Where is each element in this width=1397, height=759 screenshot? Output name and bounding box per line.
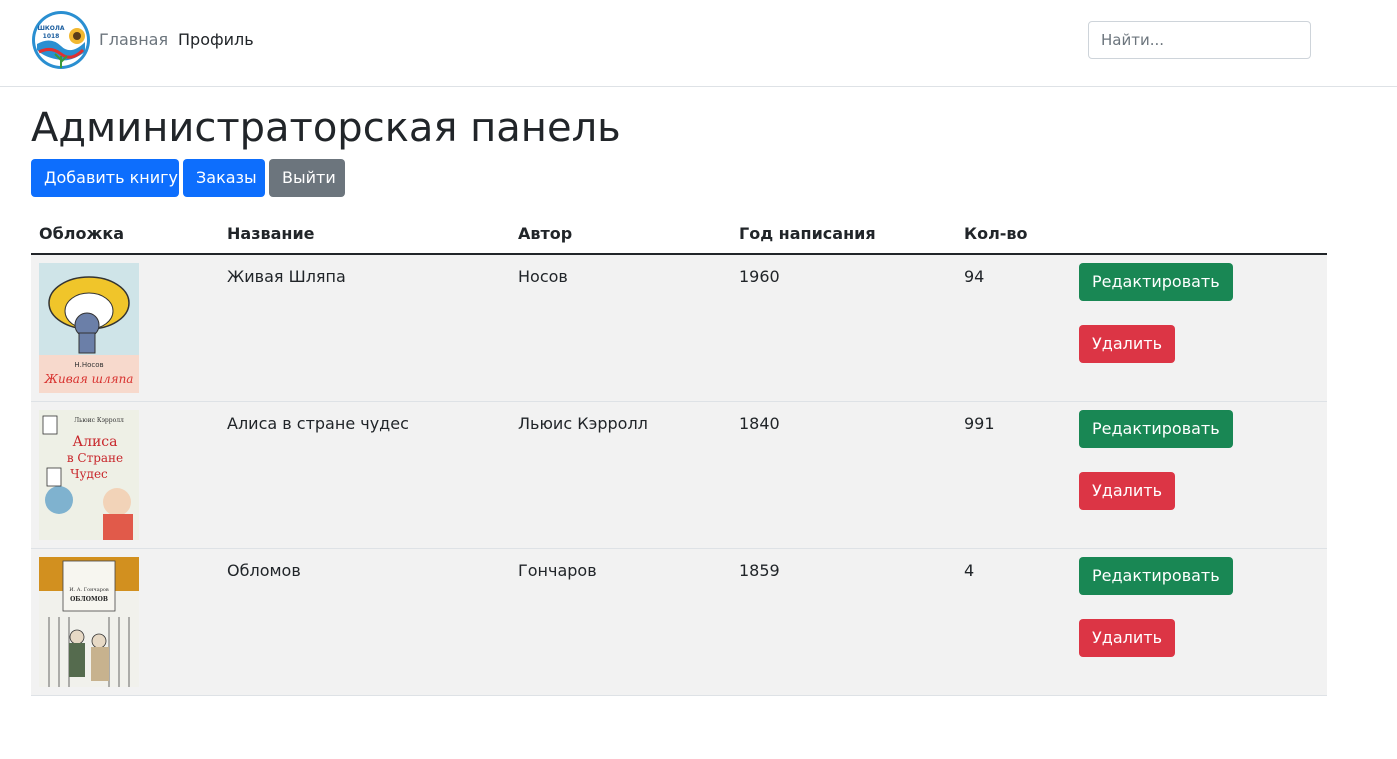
cover-author-text: Н.Носов [74,361,103,369]
books-table: Обложка Название Автор Год написания Кол… [31,212,1327,696]
book-name: Обломов [227,561,301,580]
header-author: Автор [518,224,573,243]
book-qty: 991 [964,414,995,433]
delete-button[interactable]: Удалить [1079,619,1175,657]
logout-button[interactable]: Выйти [269,159,345,197]
table-row: Н.Носов Живая шляпа Живая Шляпа Носов 19… [31,255,1327,402]
nav-profile-link[interactable]: Профиль [178,30,254,50]
edit-button[interactable]: Редактировать [1079,263,1233,301]
header-name: Название [227,224,315,243]
book-author: Гончаров [518,561,597,580]
cover-title-text: ОБЛОМОВ [70,596,108,603]
svg-text:Чудес: Чудес [70,467,108,481]
delete-button[interactable]: Удалить [1079,472,1175,510]
table-row: И. А. Гончаров ОБЛОМОВ Обломов Гончаров … [31,549,1327,696]
book-qty: 94 [964,267,985,286]
table-row: Льюис Кэрролл Алиса в Стране Чудес Алиса… [31,402,1327,549]
svg-text:1018: 1018 [43,33,60,40]
edit-button[interactable]: Редактировать [1079,557,1233,595]
book-cover-image: Н.Носов Живая шляпа [39,263,139,393]
search-input[interactable] [1088,21,1311,59]
svg-text:в Стране: в Стране [67,451,123,465]
cover-author-text: Льюис Кэрролл [74,417,124,424]
book-qty: 4 [964,561,975,580]
school-logo[interactable]: ШКОЛА 1018 [31,10,91,70]
svg-text:ШКОЛА: ШКОЛА [37,25,64,32]
edit-button[interactable]: Редактировать [1079,410,1233,448]
table-header: Обложка Название Автор Год написания Кол… [31,212,1327,255]
book-name: Алиса в стране чудес [227,414,409,433]
header-cover: Обложка [39,224,125,243]
navbar: ШКОЛА 1018 Главная Профиль [0,0,1397,87]
book-author: Льюис Кэрролл [518,414,648,433]
cover-title-text: Живая шляпа [44,372,134,386]
book-cover-image: И. А. Гончаров ОБЛОМОВ [39,557,139,687]
page-title: Администраторская панель [31,105,621,151]
book-author: Носов [518,267,568,286]
delete-button[interactable]: Удалить [1079,325,1175,363]
header-year: Год написания [739,224,876,243]
add-book-button[interactable]: Добавить книгу [31,159,179,197]
header-qty: Кол-во [964,224,1028,243]
nav-home-link[interactable]: Главная [99,30,168,50]
book-year: 1840 [739,414,780,433]
book-name: Живая Шляпа [227,267,346,286]
cover-author-text: И. А. Гончаров [69,587,109,593]
orders-button[interactable]: Заказы [183,159,265,197]
book-year: 1859 [739,561,780,580]
svg-text:Алиса: Алиса [72,434,117,450]
book-cover-image: Льюис Кэрролл Алиса в Стране Чудес [39,410,139,540]
book-year: 1960 [739,267,780,286]
